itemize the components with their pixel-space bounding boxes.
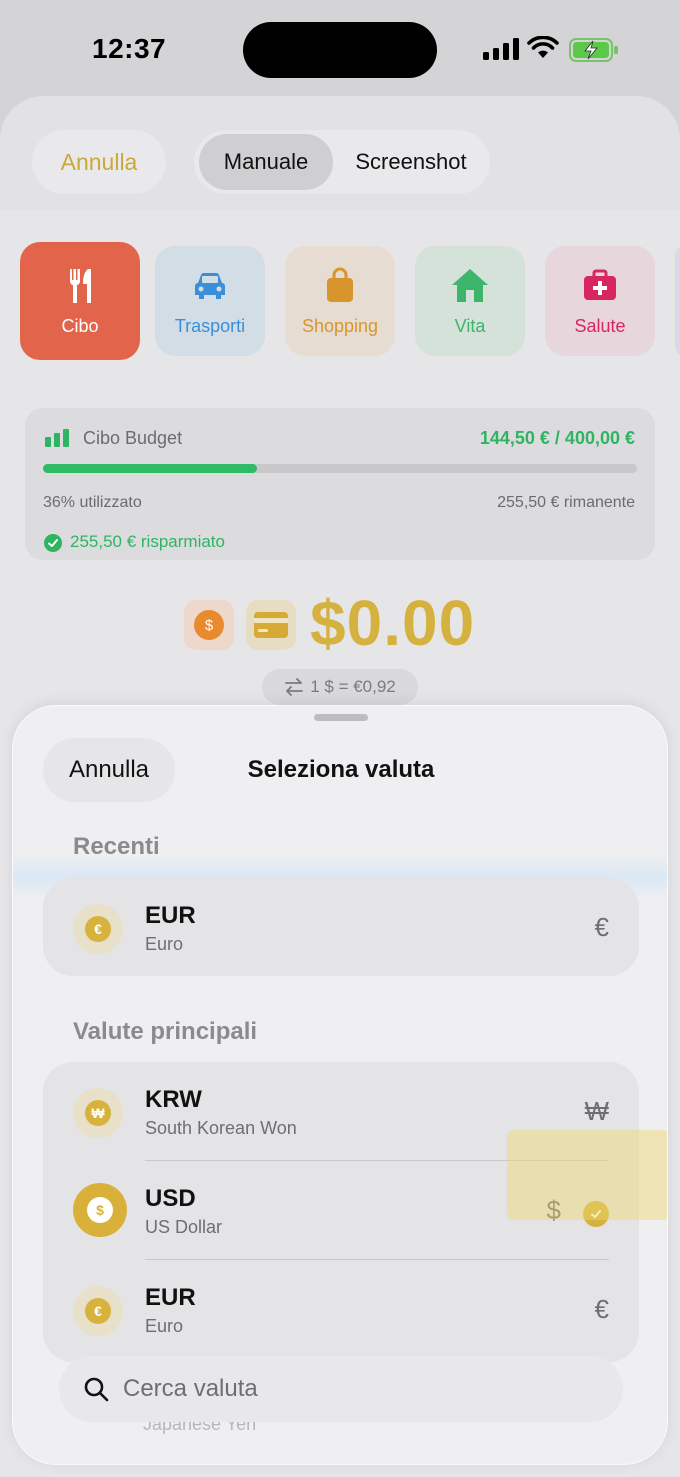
status-bar: 12:37 [0,0,680,96]
currency-name: Euro [145,934,184,954]
currency-code: USD [145,1185,196,1212]
category-cibo[interactable]: Cibo [20,242,140,360]
currency-picker-sheet: Annulla Seleziona valuta Recenti € EUR E… [12,705,668,1465]
dynamic-island [243,22,437,78]
budget-saved-label: 255,50 € risparmiato [70,532,225,551]
category-label: Trasporti [174,315,246,336]
category-label: Vita [454,315,486,336]
currency-code: EUR [145,1284,196,1311]
swap-arrows-icon [285,678,304,696]
section-recent-label: Recenti [73,833,160,860]
mode-segmented-control[interactable]: Manuale Screenshot [194,130,490,194]
segment-manuale[interactable]: Manuale [199,134,333,190]
cellular-signal-icon [483,38,519,60]
budget-used-label: 36% utilizzato [43,494,142,511]
budget-card: Cibo Budget 144,50 € / 400,00 € 36% util… [25,408,655,560]
category-label: Shopping [301,315,379,336]
currency-symbol: € [594,1294,609,1324]
exchange-rate-label: 1 $ = €0,92 [310,677,396,696]
status-time: 12:37 [92,33,167,64]
euro-coin-icon: € [73,1286,123,1336]
category-vita[interactable]: Vita [415,246,525,356]
svg-text:$: $ [205,617,214,634]
category-salute[interactable]: Salute [545,246,655,356]
section-main-label: Valute principali [73,1018,258,1045]
top-cancel-button[interactable]: Annulla [32,130,166,194]
dollar-coin-icon: $ [194,610,224,640]
segment-screenshot[interactable]: Screenshot [336,134,486,190]
bar-chart-icon [45,429,69,447]
category-label: Cibo [61,315,99,336]
euro-coin-icon: € [73,904,123,954]
category-trasporti[interactable]: Trasporti [155,246,265,356]
category-label: Salute [574,315,626,336]
category-next-partial[interactable] [675,246,680,356]
shopping-bag-icon [327,267,353,302]
wifi-icon [527,36,559,58]
fork-knife-icon [69,268,91,303]
house-icon [452,268,488,302]
payment-card-button[interactable] [246,600,296,650]
checkmark-circle-icon [44,534,62,552]
currency-search-input[interactable] [123,1356,583,1422]
sheet-grabber[interactable] [314,714,368,721]
currency-name: Euro [145,1316,184,1336]
battery-charging-icon [569,38,618,62]
selection-glow [507,1130,667,1220]
category-shopping[interactable]: Shopping [285,246,395,356]
currency-search-bar[interactable] [59,1356,623,1422]
currency-symbol: € [594,912,609,942]
budget-title: Cibo Budget [83,428,183,448]
payment-cash-button[interactable]: $ [184,600,234,650]
currency-row-eur[interactable]: € EUR Euro € [43,1260,639,1358]
exchange-rate-pill[interactable]: 1 $ = €0,92 [262,669,418,705]
budget-progress-fill [43,464,257,473]
medical-kit-icon [584,269,616,300]
currency-code: KRW [145,1086,202,1113]
currency-name: South Korean Won [145,1118,297,1138]
search-icon [84,1377,109,1402]
amount-display[interactable]: $0.00 [310,586,475,660]
sheet-title: Seleziona valuta [247,756,435,783]
car-icon [195,272,225,299]
currency-symbol: ₩ [584,1096,609,1126]
budget-amount: 144,50 € / 400,00 € [479,428,635,448]
won-coin-icon: ₩ [73,1088,123,1138]
currency-row-eur-recent[interactable]: € EUR Euro € [43,878,639,976]
budget-remaining-label: 255,50 € rimanente [497,494,635,511]
credit-card-icon [254,612,288,638]
budget-progress-bar [43,464,637,473]
currency-name: US Dollar [145,1217,223,1237]
dollar-coin-icon: $ [73,1183,127,1237]
currency-code: EUR [145,902,196,929]
recent-currency-group: € EUR Euro € [43,878,639,976]
